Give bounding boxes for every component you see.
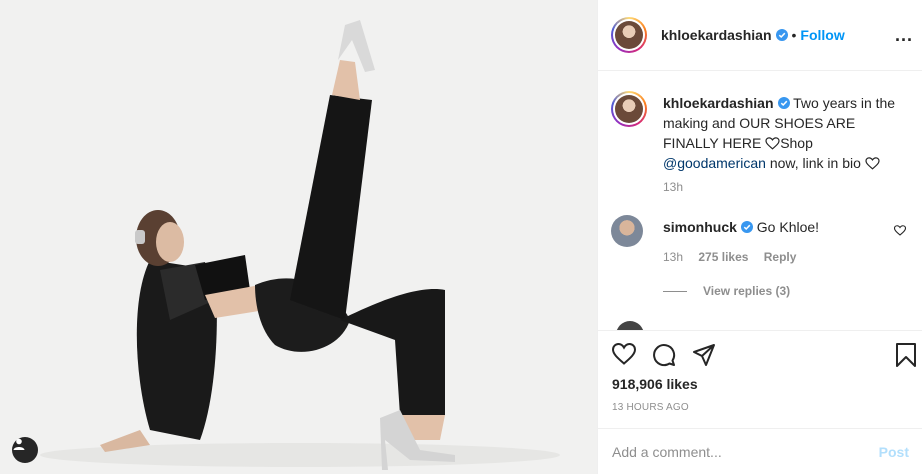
caption-avatar[interactable] bbox=[611, 91, 647, 127]
verified-icon bbox=[740, 221, 753, 233]
view-replies-button[interactable]: View replies (3) bbox=[663, 284, 790, 298]
reply-button[interactable]: Reply bbox=[764, 250, 797, 264]
caption-body-2: Shop bbox=[780, 135, 813, 151]
comment-time[interactable]: 13h bbox=[663, 250, 683, 264]
avatar[interactable] bbox=[611, 17, 647, 53]
action-buttons bbox=[612, 343, 716, 367]
view-replies-label: View replies (3) bbox=[703, 284, 791, 298]
post-side-panel: khloekardashian • Follow ... khloekardas… bbox=[597, 0, 922, 474]
caption-username[interactable]: khloekardashian bbox=[663, 95, 774, 111]
mention-link[interactable]: @goodamerican bbox=[663, 155, 766, 171]
verified-icon bbox=[775, 29, 788, 41]
comment-meta: 13h 275 likes Reply bbox=[663, 250, 808, 264]
post-button[interactable]: Post bbox=[879, 444, 909, 460]
comment-text: Go Khloe! bbox=[756, 219, 820, 235]
add-comment-bar: Post bbox=[598, 428, 922, 474]
likes-count[interactable]: 918,906 likes bbox=[612, 376, 698, 392]
comment-item: simonhuck Go Khloe! bbox=[663, 219, 819, 235]
bookmark-icon[interactable] bbox=[895, 343, 917, 367]
actions-section: 918,906 likes 13 HOURS AGO bbox=[598, 330, 922, 442]
follow-button[interactable]: Follow bbox=[800, 27, 844, 43]
post-timestamp[interactable]: 13 HOURS AGO bbox=[612, 402, 689, 413]
user-tag-icon bbox=[13, 438, 25, 450]
heart-icon[interactable] bbox=[612, 343, 636, 365]
heart-emoji-icon bbox=[865, 157, 880, 170]
caption-text: khloekardashian Two years in the making … bbox=[663, 93, 913, 173]
comments-section: khloekardashian Two years in the making … bbox=[598, 72, 922, 330]
comment-icon[interactable] bbox=[652, 343, 676, 367]
separator-dot: • bbox=[791, 27, 797, 43]
next-comment-avatar[interactable] bbox=[616, 321, 644, 330]
comment-avatar[interactable] bbox=[611, 215, 643, 247]
post-header: khloekardashian • Follow ... bbox=[598, 0, 922, 71]
more-icon[interactable]: ... bbox=[895, 25, 913, 46]
heart-emoji-icon bbox=[765, 137, 780, 150]
user-tag-button[interactable] bbox=[12, 437, 38, 463]
caption-body-3: now, link in bio bbox=[765, 155, 865, 171]
caption bbox=[611, 91, 647, 127]
comment-likes[interactable]: 275 likes bbox=[698, 250, 748, 264]
header-username[interactable]: khloekardashian bbox=[661, 27, 772, 43]
caption-time[interactable]: 13h bbox=[663, 180, 683, 194]
verified-icon bbox=[777, 97, 790, 109]
replies-divider bbox=[663, 290, 687, 292]
comment-like-icon[interactable] bbox=[894, 225, 906, 236]
share-icon[interactable] bbox=[692, 343, 716, 367]
post-image[interactable] bbox=[0, 0, 597, 474]
comment-username[interactable]: simonhuck bbox=[663, 219, 737, 235]
comment-input[interactable] bbox=[612, 443, 879, 460]
post-photo-illustration bbox=[0, 0, 597, 474]
